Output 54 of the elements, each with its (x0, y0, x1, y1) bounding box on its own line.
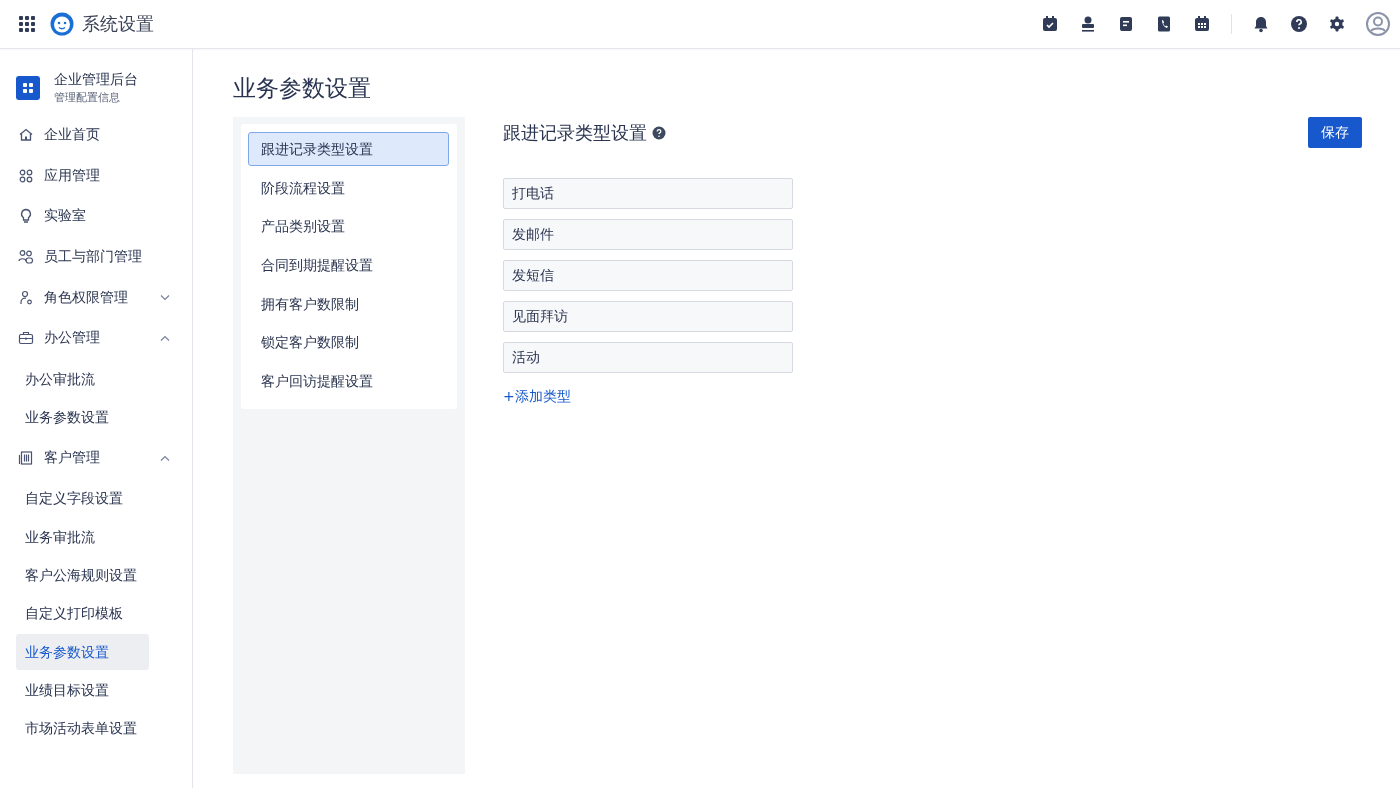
section-title: 跟进记录类型设置 (503, 121, 647, 145)
sidebar-subitem[interactable]: 自定义打印模板 (16, 595, 149, 632)
org-subtitle: 管理配置信息 (54, 90, 121, 105)
sidebar-item[interactable]: 办公管理 (0, 317, 192, 359)
sidebar-subitem[interactable]: 业务审批流 (16, 518, 149, 555)
sidebar-item[interactable]: 员工与部门管理 (0, 236, 192, 278)
apps-grid-icon[interactable] (19, 16, 35, 32)
document-icon[interactable] (1117, 15, 1135, 33)
sidebar-item[interactable]: 企业首页 (0, 115, 192, 156)
briefcase-icon (18, 330, 34, 347)
sidebar-subitem[interactable]: 市场活动表单设置 (16, 710, 149, 747)
org-name: 企业管理后台 (54, 71, 138, 89)
settings-menu-item[interactable]: 跟进记录类型设置 (248, 132, 449, 166)
sidebar-subitem[interactable]: 客户公海规则设置 (16, 556, 149, 593)
save-button[interactable]: 保存 (1308, 117, 1362, 148)
settings-menu-item[interactable]: 产品类别设置 (248, 209, 449, 244)
notification-bell-icon[interactable] (1252, 15, 1270, 33)
phone-book-icon[interactable] (1155, 15, 1173, 33)
settings-menu-item[interactable]: 阶段流程设置 (248, 170, 449, 205)
home-icon (18, 127, 34, 144)
help-icon[interactable] (1290, 15, 1308, 33)
sidebar-item[interactable]: 实验室 (0, 196, 192, 237)
user-avatar-icon[interactable] (1366, 12, 1390, 36)
type-input-field[interactable]: 发短信 (503, 260, 793, 291)
type-input-field[interactable]: 发邮件 (503, 219, 793, 250)
calendar-check-icon[interactable] (1041, 15, 1059, 33)
lightbulb-icon (18, 208, 34, 225)
settings-icon[interactable] (1328, 15, 1346, 33)
org-logo-icon (16, 76, 40, 100)
sidebar-subitem[interactable]: 办公审批流 (16, 360, 149, 397)
settings-menu-item[interactable]: 拥有客户数限制 (248, 286, 449, 321)
sidebar-subitem[interactable]: 业务参数设置 (16, 399, 149, 436)
settings-menu-item[interactable]: 锁定客户数限制 (248, 325, 449, 360)
user-key-icon (18, 289, 34, 306)
app-title: 系统设置 (82, 12, 154, 36)
sidebar-item[interactable]: 应用管理 (0, 155, 192, 197)
sidebar-subitem[interactable]: 业绩目标设置 (16, 671, 149, 708)
grid-icon (18, 167, 34, 184)
settings-menu-item[interactable]: 客户回访提醒设置 (248, 364, 449, 399)
calendar-icon[interactable] (1193, 15, 1211, 33)
sidebar-item[interactable]: 角色权限管理 (0, 277, 192, 318)
stamp-icon[interactable] (1079, 15, 1097, 33)
type-input-field[interactable]: 见面拜访 (503, 301, 793, 332)
sidebar-subitem[interactable]: 自定义字段设置 (16, 480, 149, 517)
page-title: 业务参数设置 (233, 74, 372, 103)
type-input-field[interactable]: 打电话 (503, 178, 793, 209)
help-icon[interactable] (652, 126, 666, 140)
sidebar-item[interactable]: 客户管理 (0, 437, 192, 479)
people-icon (18, 249, 34, 266)
add-type-link[interactable]: +添加类型 (503, 388, 571, 406)
sidebar-subitem[interactable]: 业务参数设置 (16, 633, 149, 670)
type-input-field[interactable]: 活动 (503, 342, 793, 373)
building-icon (18, 449, 34, 466)
settings-menu-item[interactable]: 合同到期提醒设置 (248, 248, 449, 283)
